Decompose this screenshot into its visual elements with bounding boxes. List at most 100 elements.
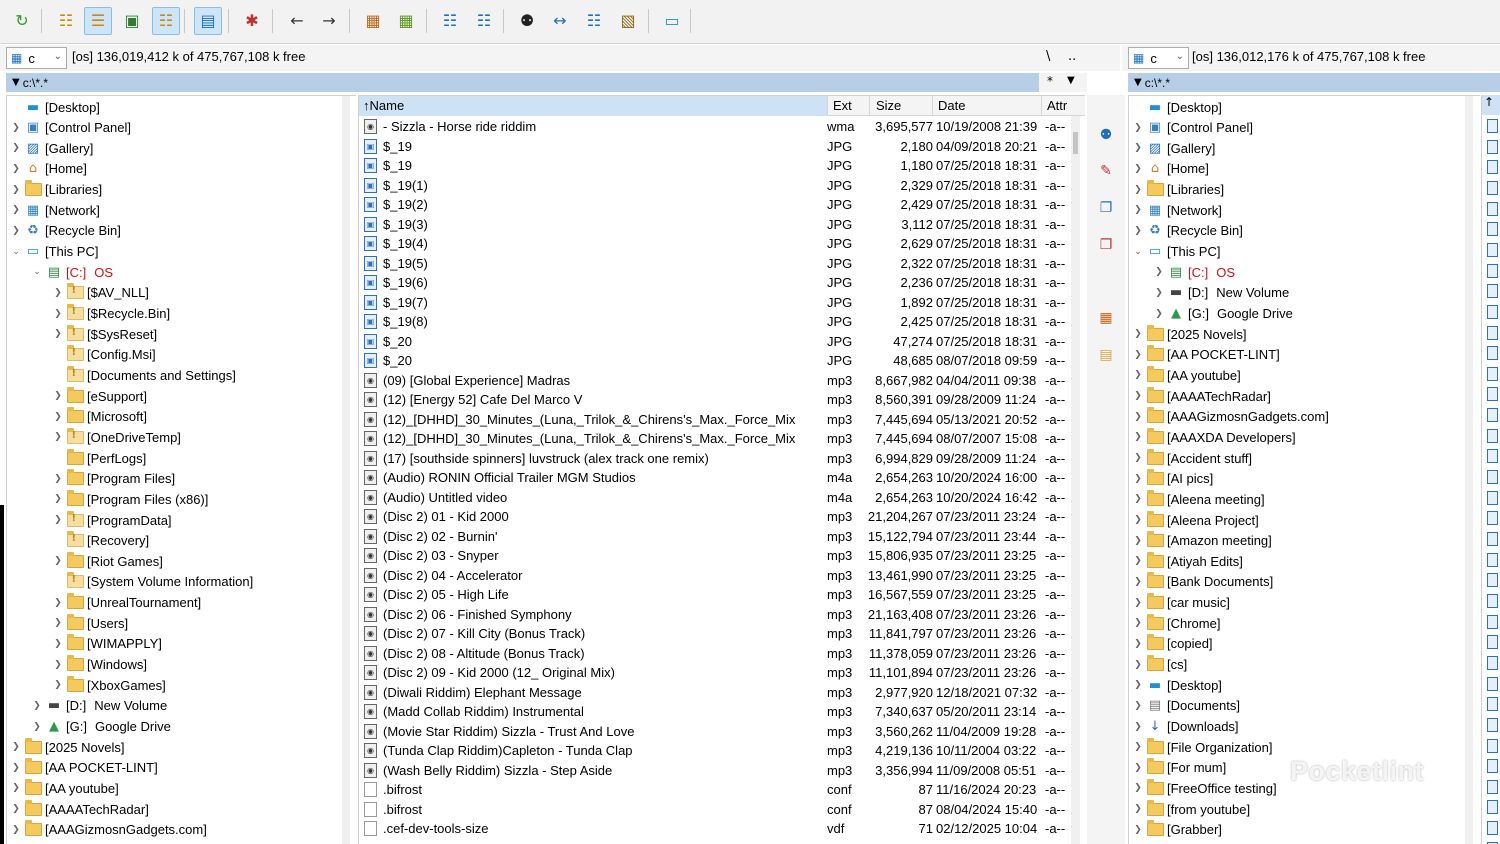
chevron-down-icon[interactable]: ⌄	[1176, 51, 1184, 62]
tree-item[interactable]: ❯ [Accident stuff]	[1131, 448, 1252, 468]
refresh-button[interactable]: ↻	[8, 7, 36, 35]
file-row[interactable]: ◉ (Disc 2) 01 - Kid 2000 mp3 21,204,267 07/2…	[359, 507, 1069, 527]
tree-item[interactable]: ❯ [AAAATechRadar]	[1131, 386, 1271, 406]
expand-chevron-icon[interactable]: ❯	[1131, 474, 1145, 484]
expand-chevron-icon[interactable]: ❯	[1131, 722, 1145, 732]
tree-item[interactable]: ❯ [Bank Documents]	[1131, 572, 1273, 592]
file-row[interactable]: ◉ (Disc 2) 04 - Accelerator mp3 13,461,990 0…	[359, 566, 1069, 586]
expand-chevron-icon[interactable]: ❯	[51, 309, 65, 319]
file-icon[interactable]	[1487, 263, 1498, 278]
expand-chevron-icon[interactable]: ❯	[9, 123, 23, 133]
expand-chevron-icon[interactable]: ❯	[1131, 185, 1145, 195]
expand-chevron-icon[interactable]: ❯	[1131, 577, 1145, 587]
right-folder-tree[interactable]: ▬ [Desktop] ❯ ▣ [Control Panel] ❯ ▨ [Gallery] ❯ ⌂…	[1128, 95, 1480, 844]
tree-item[interactable]: ❯ ▦ [Network]	[1131, 200, 1222, 220]
tree-item[interactable]: ❯ ⌂ [Home]	[1131, 159, 1209, 179]
tree-item[interactable]: ❯ ▤ [Documents]	[1131, 696, 1240, 716]
file-icon[interactable]	[1487, 449, 1498, 464]
file-row[interactable]: ◉ (09) [Global Experience] Madras mp3 8,667…	[359, 371, 1069, 391]
expand-chevron-icon[interactable]: ❯	[30, 722, 44, 732]
expand-chevron-icon[interactable]: ❯	[1131, 680, 1145, 690]
file-row[interactable]: ◉ (Madd Collab Riddim) Instrumental mp3 7,3…	[359, 702, 1069, 722]
tree-item[interactable]: ❯ [Windows]	[51, 655, 147, 675]
file-icon[interactable]	[1487, 284, 1498, 299]
file-row[interactable]: ◉ (Audio) Untitled video m4a 2,654,263 10/20…	[359, 488, 1069, 508]
expand-chevron-icon[interactable]: ❯	[9, 164, 23, 174]
tree-item[interactable]: ❯ ↓ [Downloads]	[1131, 717, 1238, 737]
expand-chevron-icon[interactable]: ❯	[1131, 825, 1145, 835]
multi-rename-button[interactable]: ▧	[614, 7, 642, 35]
file-row[interactable]: ◉ (12)_[DHHD]_30_Minutes_(Luna,_Trilok_&_…	[359, 410, 1069, 430]
expand-chevron-icon[interactable]: ❯	[1131, 660, 1145, 670]
left-tree-scrollbar[interactable]	[342, 96, 350, 844]
file-row[interactable]: ▣ $_19(3) JPG 3,112 07/25/2018 18:31 -a--	[359, 215, 1069, 235]
file-row[interactable]: ◉ (Disc 2) 06 - Finished Symphony mp3 21,16…	[359, 605, 1069, 625]
tree-item[interactable]: ❯ [$Recycle.Bin]	[51, 304, 170, 324]
expand-chevron-icon[interactable]: ❯	[9, 205, 23, 215]
expand-chevron-icon[interactable]: ❯	[9, 226, 23, 236]
tree-item[interactable]: ❯ [from youtube]	[1131, 799, 1250, 819]
tree-item[interactable]: ▬ [Desktop]	[9, 97, 100, 117]
expand-chevron-icon[interactable]: ❯	[51, 618, 65, 628]
root-dir-button[interactable]: \	[1046, 49, 1050, 64]
file-list-scroll-thumb[interactable]	[1073, 132, 1078, 154]
back-button[interactable]: ←	[283, 7, 311, 35]
expand-chevron-icon[interactable]: ❯	[1131, 494, 1145, 504]
tree-item[interactable]: [Documents and Settings]	[51, 365, 236, 385]
new-folder-icon[interactable]: ▤	[1096, 345, 1116, 365]
file-icon[interactable]	[1487, 408, 1498, 423]
file-row[interactable]: ▣ $_19(5) JPG 2,322 07/25/2018 18:31 -a--	[359, 254, 1069, 274]
tree-item[interactable]: ❯ [Chrome]	[1131, 613, 1220, 633]
expand-chevron-icon[interactable]: ❯	[1131, 742, 1145, 752]
tree-item[interactable]: [PerfLogs]	[51, 448, 146, 468]
tree-item[interactable]: ❯ [AA POCKET-LINT]	[9, 758, 158, 778]
expand-chevron-icon[interactable]: ❯	[51, 494, 65, 504]
tree-item[interactable]: ❯ [WIMAPPLY]	[51, 634, 162, 654]
file-icon[interactable]	[1487, 160, 1498, 175]
expand-chevron-icon[interactable]: ❯	[51, 474, 65, 484]
tree-item[interactable]: [System Volume Information]	[51, 572, 253, 592]
tree-item[interactable]: ❯ [AAAXDA Developers]	[1131, 427, 1296, 447]
history-dropdown-icon[interactable]: ▼	[12, 77, 20, 88]
file-row[interactable]: .cef-dev-tools-size vdf 71 02/12/2025 10:04…	[359, 819, 1069, 839]
tree-item[interactable]: ❯ [2025 Novels]	[1131, 324, 1247, 344]
column-separator[interactable]	[1041, 96, 1042, 116]
file-icon[interactable]	[1487, 800, 1498, 815]
tree-item[interactable]: ❯ [FreeOffice testing]	[1131, 778, 1277, 798]
pack-button[interactable]: ▦	[359, 7, 387, 35]
column-header-ext[interactable]: Ext	[833, 98, 852, 113]
file-row[interactable]: ▣ $_19 JPG 1,180 07/25/2018 18:31 -a--	[359, 156, 1069, 176]
compare-button[interactable]: ☷	[580, 7, 608, 35]
file-row[interactable]: ▣ $_19(6) JPG 2,236 07/25/2018 18:31 -a--	[359, 273, 1069, 293]
tree-item[interactable]: ⌄ ▭ [This PC]	[9, 242, 98, 262]
tree-item[interactable]: ❯ [ProgramData]	[51, 510, 172, 530]
file-row[interactable]: .bifrost conf 87 11/16/2024 20:23 -a--	[359, 780, 1069, 800]
tree-item[interactable]: ❯ ▲ [G:] Google Drive	[30, 717, 171, 737]
file-row[interactable]: ◉ (Wash Belly Riddim) Sizzla - Step Aside…	[359, 761, 1069, 781]
edit-file-icon[interactable]: ✎	[1096, 161, 1116, 181]
expand-chevron-icon[interactable]: ❯	[1131, 412, 1145, 422]
file-icon[interactable]	[1487, 614, 1498, 629]
file-icon[interactable]	[1487, 655, 1498, 670]
tree-item[interactable]: ▬ [Desktop]	[1131, 97, 1222, 117]
file-row[interactable]: ▣ $_19 JPG 2,180 04/09/2018 20:21 -a--	[359, 137, 1069, 157]
file-row[interactable]: ◉ (Movie Star Riddim) Sizzla - Trust And …	[359, 722, 1069, 742]
column-header-date[interactable]: Date	[938, 98, 965, 113]
tree-item[interactable]: ❯ ▣ [Control Panel]	[9, 118, 131, 138]
history-dropdown-icon[interactable]: ▼	[1134, 77, 1142, 88]
expand-chevron-icon[interactable]: ❯	[1131, 804, 1145, 814]
tree-item[interactable]: ❯ [XboxGames]	[51, 675, 166, 695]
file-row[interactable]: ◉ (Disc 2) 08 - Altitude (Bonus Track) mp3…	[359, 644, 1069, 664]
file-row[interactable]: ▣ $_20 JPG 47,274 07/25/2018 18:31 -a--	[359, 332, 1069, 352]
right-path-bar[interactable]: ▼ c:\*.*	[1128, 73, 1500, 92]
tree-item[interactable]: ❯ [AAAGizmosnGadgets.com]	[9, 820, 207, 840]
expand-chevron-icon[interactable]: ❯	[1131, 123, 1145, 133]
tree-item[interactable]: ❯ [Program Files]	[51, 469, 175, 489]
column-header-attr[interactable]: Attr	[1047, 98, 1067, 113]
file-icon[interactable]	[1487, 139, 1498, 154]
expand-chevron-icon[interactable]: ❯	[1131, 226, 1145, 236]
file-icon[interactable]	[1487, 304, 1498, 319]
right-column-header-name[interactable]: ↑	[1482, 95, 1500, 115]
tree-item[interactable]: ❯ [AA youtube]	[1131, 365, 1241, 385]
move-file-icon[interactable]: ❐	[1096, 235, 1116, 255]
